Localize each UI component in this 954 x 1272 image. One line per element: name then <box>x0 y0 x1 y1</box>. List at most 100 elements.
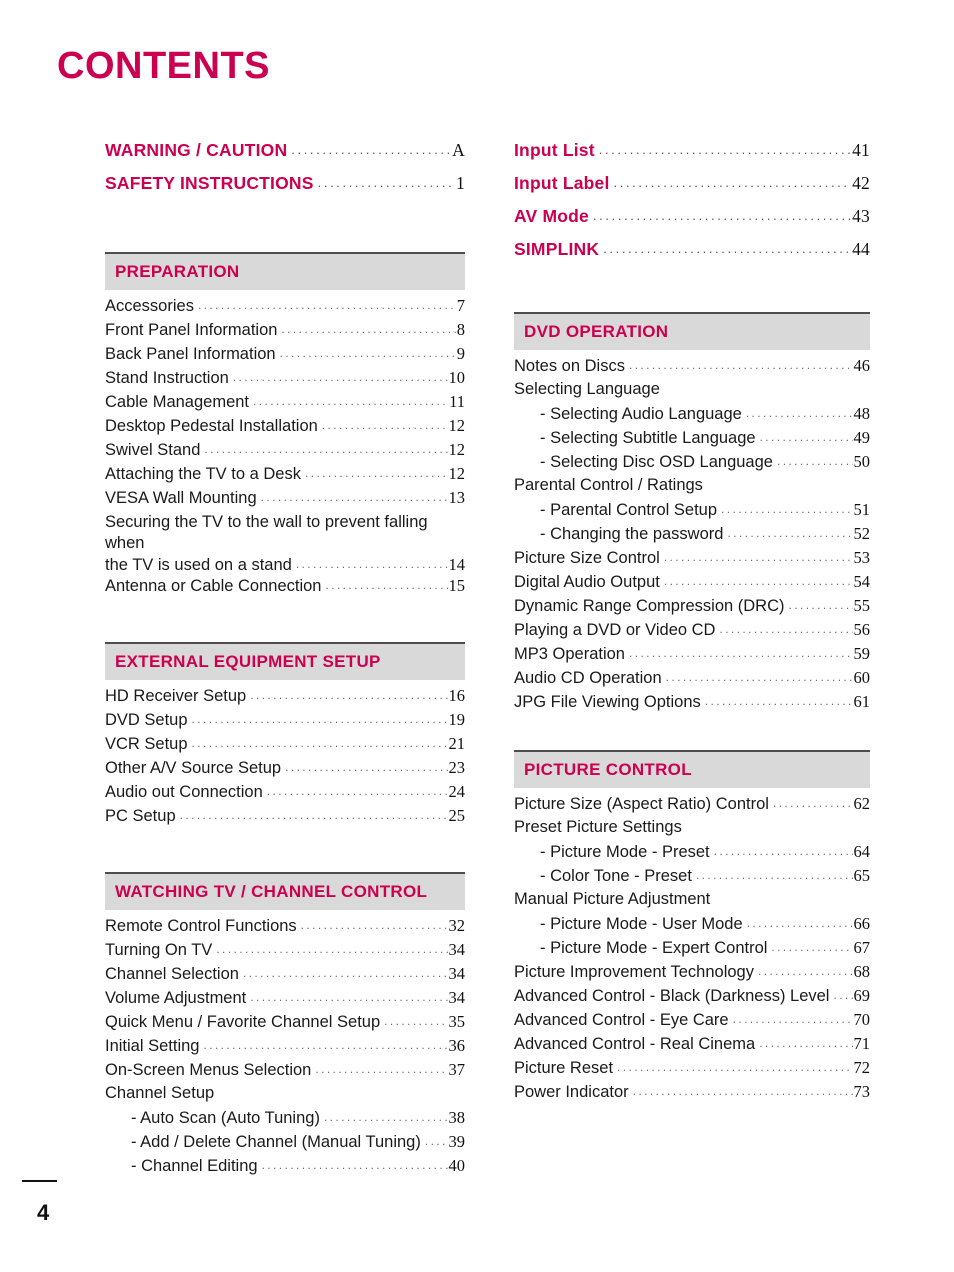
toc-entry[interactable]: Back Panel Information..................… <box>105 344 465 368</box>
section-header: PREPARATION <box>105 254 465 290</box>
toc-entry[interactable]: Other A/V Source Setup..................… <box>105 758 465 782</box>
leader-dots: ........................................… <box>628 646 853 660</box>
toc-entry[interactable]: - Color Tone - Preset...................… <box>514 866 870 890</box>
toc-top-entry[interactable]: WARNING / CAUTION.......................… <box>105 140 465 173</box>
toc-entry-label: - Selecting Audio Language <box>540 405 742 423</box>
toc-entry-label: Picture Improvement Technology <box>514 963 754 981</box>
toc-entry[interactable]: Manual Picture Adjustment <box>514 890 870 914</box>
toc-entry[interactable]: Power Indicator.........................… <box>514 1082 870 1106</box>
toc-entry[interactable]: Digital Audio Output....................… <box>514 572 870 596</box>
toc-entry[interactable]: - Picture Mode - Preset.................… <box>514 842 870 866</box>
toc-entry-page: 12 <box>448 416 466 435</box>
toc-entry[interactable]: Notes on Discs..........................… <box>514 356 870 380</box>
toc-entry[interactable]: Swivel Stand............................… <box>105 440 465 464</box>
toc-entry-page: 53 <box>853 548 871 567</box>
toc-entry[interactable]: - Picture Mode - Expert Control.........… <box>514 938 870 962</box>
leader-dots: ........................................… <box>592 208 850 223</box>
toc-entry[interactable]: Channel Setup <box>105 1084 465 1108</box>
toc-entry[interactable]: Selecting Language <box>514 380 870 404</box>
toc-entry[interactable]: Antenna or Cable Connection.............… <box>105 576 465 600</box>
toc-entry[interactable]: Volume Adjustment.......................… <box>105 988 465 1012</box>
toc-entry-label: Securing the TV to the wall to prevent f… <box>105 513 428 552</box>
toc-entry[interactable]: Stand Instruction.......................… <box>105 368 465 392</box>
toc-entry[interactable]: Attaching the TV to a Desk..............… <box>105 464 465 488</box>
toc-entry-label: Antenna or Cable Connection <box>105 577 322 595</box>
toc-entry-page: 65 <box>853 866 871 885</box>
toc-entry[interactable]: Dynamic Range Compression (DRC).........… <box>514 596 870 620</box>
toc-entry[interactable]: Audio out Connection....................… <box>105 782 465 806</box>
toc-entry[interactable]: DVD Setup...............................… <box>105 710 465 734</box>
toc-entry[interactable]: MP3 Operation...........................… <box>514 644 870 668</box>
toc-entry-page: 16 <box>448 686 466 705</box>
toc-entry-page: 38 <box>448 1108 466 1127</box>
toc-entry[interactable]: - Changing the password.................… <box>514 524 870 548</box>
toc-entry[interactable]: PC Setup................................… <box>105 806 465 830</box>
toc-entry-page: 34 <box>448 988 466 1007</box>
toc-top-entry[interactable]: Input List..............................… <box>514 140 870 173</box>
toc-entry[interactable]: - Picture Mode - User Mode..............… <box>514 914 870 938</box>
toc-entry[interactable]: Advanced Control - Eye Care.............… <box>514 1010 870 1034</box>
toc-entry[interactable]: - Selecting Audio Language..............… <box>514 404 870 428</box>
toc-entry[interactable]: Picture Reset...........................… <box>514 1058 870 1082</box>
toc-entry[interactable]: - Selecting Disc OSD Language...........… <box>514 452 870 476</box>
leader-dots: ........................................… <box>204 442 447 456</box>
toc-entry[interactable]: Securing the TV to the wall to prevent f… <box>105 512 465 576</box>
toc-entry-page: 1 <box>456 173 465 193</box>
toc-entry-page: 48 <box>853 404 871 423</box>
toc-top-entry[interactable]: AV Mode.................................… <box>514 206 870 239</box>
toc-entry-label: Notes on Discs <box>514 357 625 375</box>
section-title: PICTURE CONTROL <box>524 760 692 779</box>
toc-entry[interactable]: Picture Size (Aspect Ratio) Control.....… <box>514 794 870 818</box>
toc-entry[interactable]: Parental Control / Ratings <box>514 476 870 500</box>
toc-entry[interactable]: - Auto Scan (Auto Tuning)...............… <box>105 1108 465 1132</box>
toc-entry[interactable]: Desktop Pedestal Installation...........… <box>105 416 465 440</box>
toc-entry-label: - Selecting Disc OSD Language <box>540 453 773 471</box>
toc-entry[interactable]: Picture Size Control....................… <box>514 548 870 572</box>
leader-dots: ........................................… <box>266 784 448 798</box>
toc-entry-page: 13 <box>448 488 466 507</box>
toc-entry[interactable]: On-Screen Menus Selection...............… <box>105 1060 465 1084</box>
toc-entry[interactable]: Quick Menu / Favorite Channel Setup.....… <box>105 1012 465 1036</box>
toc-entry[interactable]: - Add / Delete Channel (Manual Tuning)..… <box>105 1132 465 1156</box>
toc-entry-page: 10 <box>448 368 466 387</box>
toc-entry[interactable]: Preset Picture Settings <box>514 818 870 842</box>
toc-top-entry[interactable]: SAFETY INSTRUCTIONS.....................… <box>105 173 465 206</box>
leader-dots: ........................................… <box>617 1060 853 1074</box>
toc-entry-label: - Picture Mode - Expert Control <box>540 939 768 957</box>
toc-entry-label: Channel Selection <box>105 965 239 983</box>
toc-entry-label: Swivel Stand <box>105 441 201 459</box>
page-title: CONTENTS <box>57 45 270 87</box>
toc-entry-label: Advanced Control - Eye Care <box>514 1011 729 1029</box>
toc-entry[interactable]: Initial Setting.........................… <box>105 1036 465 1060</box>
leader-dots: ........................................… <box>727 526 853 540</box>
toc-entry[interactable]: HD Receiver Setup.......................… <box>105 686 465 710</box>
toc-entry[interactable]: VCR Setup...............................… <box>105 734 465 758</box>
toc-top-entry[interactable]: Input Label.............................… <box>514 173 870 206</box>
toc-entry[interactable]: Audio CD Operation......................… <box>514 668 870 692</box>
toc-entry[interactable]: VESA Wall Mounting......................… <box>105 488 465 512</box>
toc-entry[interactable]: Advanced Control - Black (Darkness) Leve… <box>514 986 870 1010</box>
toc-entry[interactable]: - Parental Control Setup................… <box>514 500 870 524</box>
toc-entry[interactable]: Cable Management........................… <box>105 392 465 416</box>
toc-entry[interactable]: Playing a DVD or Video CD...............… <box>514 620 870 644</box>
leader-dots: ........................................… <box>191 736 448 750</box>
toc-entry[interactable]: Advanced Control - Real Cinema..........… <box>514 1034 870 1058</box>
toc-entry[interactable]: Channel Selection.......................… <box>105 964 465 988</box>
leader-dots: ........................................… <box>285 760 448 774</box>
toc-entry[interactable]: - Selecting Subtitle Language...........… <box>514 428 870 452</box>
toc-entry[interactable]: - Channel Editing.......................… <box>105 1156 465 1180</box>
toc-entry[interactable]: Picture Improvement Technology..........… <box>514 962 870 986</box>
toc-entry[interactable]: Remote Control Functions................… <box>105 916 465 940</box>
toc-entry-label: SIMPLINK <box>514 239 600 259</box>
toc-entry-page: 54 <box>853 572 871 591</box>
toc-entry[interactable]: Turning On TV...........................… <box>105 940 465 964</box>
toc-entry[interactable]: JPG File Viewing Options................… <box>514 692 870 716</box>
toc-entry-page: 41 <box>852 140 870 160</box>
toc-entry-label: Volume Adjustment <box>105 989 247 1007</box>
section-header: PICTURE CONTROL <box>514 752 870 788</box>
toc-entry[interactable]: Accessories.............................… <box>105 296 465 320</box>
toc-entry[interactable]: Front Panel Information.................… <box>105 320 465 344</box>
leader-dots: ........................................… <box>295 557 448 571</box>
toc-entry-page: 19 <box>448 710 466 729</box>
toc-top-entry[interactable]: SIMPLINK................................… <box>514 239 870 272</box>
